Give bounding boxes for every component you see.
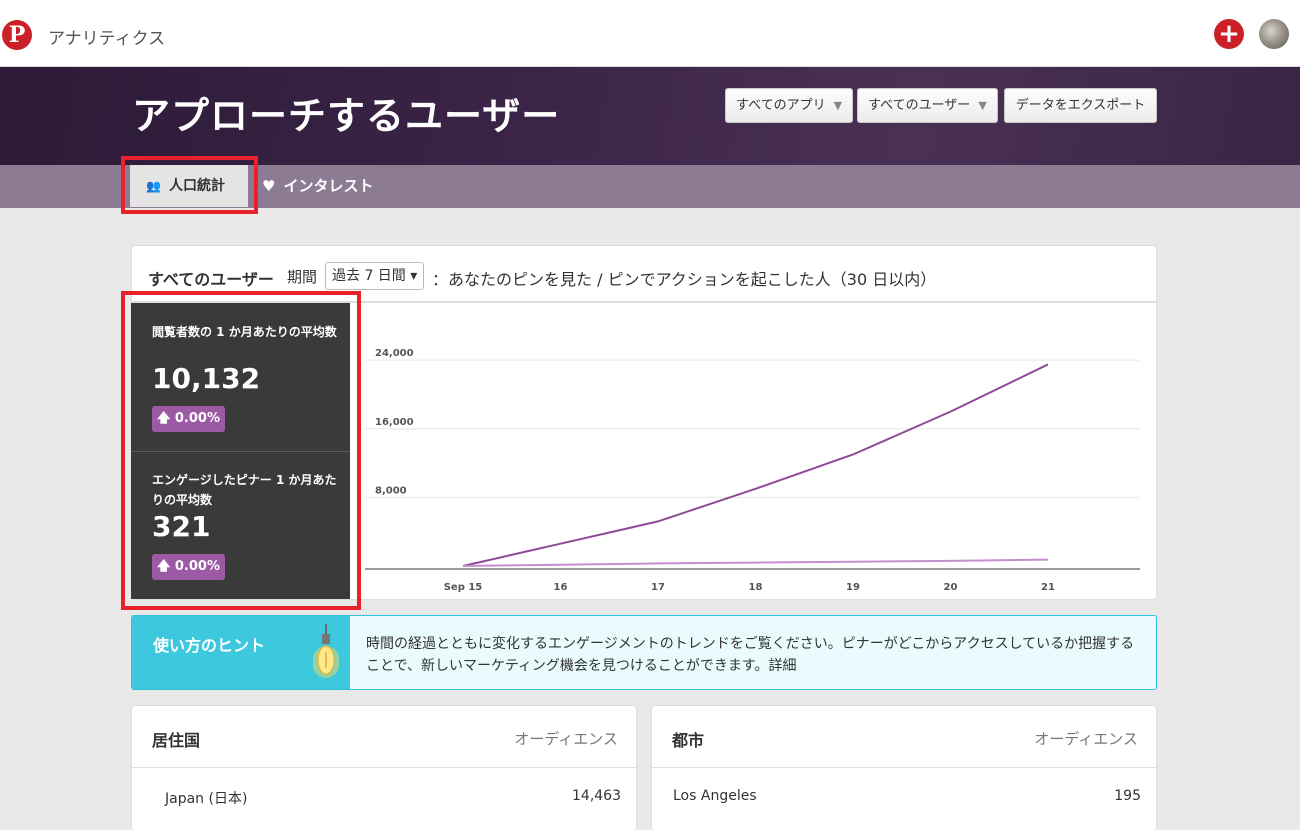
all-apps-label: すべてのアプリ (736, 98, 826, 113)
x-tick-label: 17 (651, 582, 665, 593)
top-bar: P アナリティクス + (0, 0, 1300, 67)
country-table: 居住国 オーディエンス Japan (日本) 14,463 (131, 705, 637, 830)
city-table: 都市 オーディエンス Los Angeles 195 (651, 705, 1157, 830)
card-description: ：あなたのピンを見た / ピンでアクションを起こした人（30 日以内） (432, 270, 937, 289)
table-row-name: Los Angeles (673, 788, 757, 804)
table-header: 都市 オーディエンス (652, 706, 1156, 768)
add-pin-button[interactable]: + (1214, 19, 1244, 49)
all-users-dropdown[interactable]: すべてのユーザー ▼ (857, 88, 998, 123)
table-row-value: 14,463 (572, 788, 621, 804)
page-header: アプローチするユーザー すべてのアプリ ▼ すべてのユーザー ▼ データをエクスポー… (0, 67, 1300, 165)
x-tick-label: Sep 15 (444, 582, 483, 593)
x-tick-label: 21 (1041, 582, 1055, 593)
page-title: アプローチするユーザー (132, 94, 561, 138)
x-tick-label: 19 (846, 582, 860, 593)
app-title[interactable]: アナリティクス (48, 24, 165, 49)
series-line-2 (462, 558, 1049, 567)
y-tick-label: 24,000 (375, 348, 414, 359)
tips-title: 使い方のヒント (153, 636, 266, 655)
period-select[interactable]: 過去 7 日間 ▾ (325, 262, 425, 290)
pinterest-logo-icon[interactable]: P (2, 20, 32, 50)
x-tick-label: 18 (749, 582, 763, 593)
lightbulb-icon (313, 624, 339, 678)
chevron-down-icon: ▼ (833, 99, 843, 112)
y-tick-label: 16,000 (375, 417, 414, 428)
city-table-title: 都市 (672, 731, 705, 750)
x-tick-label: 16 (554, 582, 568, 593)
x-tick-label: 20 (944, 582, 958, 593)
card-title: すべてのユーザー (148, 270, 274, 289)
city-table-column: オーディエンス (1034, 730, 1138, 748)
tab-interests[interactable]: ♥ インタレスト (262, 165, 373, 207)
export-data-button[interactable]: データをエクスポート (1004, 88, 1157, 123)
line-chart: 24,000 16,000 8,000 Sep 15 16 17 18 19 20 21 (365, 348, 1140, 593)
heart-icon: ♥ (262, 177, 276, 195)
highlight-box-stats (121, 291, 361, 610)
tips-header: 使い方のヒント (132, 616, 350, 689)
y-tick-label: 8,000 (375, 485, 407, 496)
chevron-down-icon: ▼ (978, 99, 987, 112)
country-table-title: 居住国 (152, 731, 201, 750)
tips-text: 時間の経過とともに変化するエンゲージメントのトレンドをご覧ください。ピナーがどこ… (366, 636, 1135, 674)
tab-interests-label: インタレスト (283, 177, 374, 195)
period-label: 期間 (287, 268, 318, 286)
all-users-label: すべてのユーザー (868, 98, 971, 113)
table-header: 居住国 オーディエンス (132, 706, 636, 768)
tips-banner: 使い方のヒント 時間の経過とともに変化するエンゲージメントのトレンドをご覧くださ… (131, 615, 1157, 690)
table-row-value: 195 (1114, 788, 1141, 804)
table-row-name: Japan (日本) (165, 791, 248, 807)
highlight-box-tab (121, 156, 258, 214)
all-apps-dropdown[interactable]: すべてのアプリ ▼ (725, 88, 854, 123)
avatar[interactable] (1259, 19, 1289, 49)
country-table-column: オーディエンス (514, 730, 618, 748)
series-line-1 (462, 363, 1049, 567)
